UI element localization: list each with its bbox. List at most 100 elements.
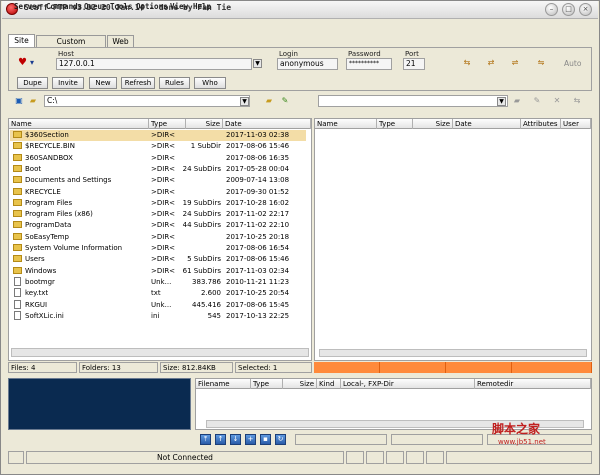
local-file-row[interactable]: SoftXLic.ini ini 545 2017-10-13 22:25: [10, 310, 306, 322]
remote-delete-icon[interactable]: ✕: [550, 96, 564, 106]
remote-col-type[interactable]: Type: [377, 119, 413, 129]
queue-col-kind[interactable]: Kind: [317, 379, 341, 389]
invite-button[interactable]: Invite: [52, 77, 84, 89]
login-input[interactable]: anonymous: [277, 58, 338, 70]
file-name-cell: Program Files: [13, 198, 149, 209]
file-name-cell: bootmgr: [13, 276, 149, 288]
auto-label[interactable]: Auto: [564, 59, 581, 68]
remote-col-date[interactable]: Date: [453, 119, 521, 129]
minimize-icon[interactable]: –: [545, 3, 558, 16]
favorites-heart-icon[interactable]: ♥: [18, 57, 27, 68]
local-col-size[interactable]: Size: [186, 119, 223, 129]
local-selected-count: Selected: 1: [235, 362, 312, 373]
local-file-row[interactable]: 360SANDBOX >DIR< 2017-08-06 16:35: [10, 153, 306, 164]
queue-up-icon[interactable]: ↑: [215, 434, 226, 445]
rules-button[interactable]: Rules: [159, 77, 190, 89]
queue-col-remotedir[interactable]: Remotedir: [475, 379, 591, 389]
remote-path-input[interactable]: [318, 95, 508, 107]
remote-col-name[interactable]: Name: [315, 119, 377, 129]
queue-col-size[interactable]: Size: [283, 379, 317, 389]
remote-col-user[interactable]: User: [561, 119, 591, 129]
local-file-row[interactable]: $360Section >DIR< 2017-11-03 02:38: [10, 130, 306, 142]
local-files-count: Files: 4: [8, 362, 77, 373]
queue-col-local-dir[interactable]: Local-, FXP-Dir: [341, 379, 475, 389]
local-file-row[interactable]: KRECYCLE >DIR< 2017-09-30 01:52: [10, 187, 306, 198]
port-input[interactable]: 21: [403, 58, 425, 70]
queue-top-icon[interactable]: ⤒: [200, 434, 211, 445]
remote-col-attributes[interactable]: Attributes: [521, 119, 561, 129]
local-col-type[interactable]: Type: [149, 119, 186, 129]
menu-options[interactable]: Options: [136, 2, 168, 11]
reconnect-icon[interactable]: ⇌: [508, 58, 522, 68]
refresh-button[interactable]: Refresh: [121, 77, 155, 89]
tab-site[interactable]: Site: [8, 34, 35, 47]
local-path-dropdown-icon[interactable]: ▼: [240, 97, 249, 106]
local-folder-icon[interactable]: ▰: [26, 96, 40, 106]
local-new-folder-icon[interactable]: ▰: [262, 96, 276, 106]
remote-new-folder-icon[interactable]: ▰: [510, 96, 524, 106]
local-file-row[interactable]: System Volume Information >DIR< 2017-08-06…: [10, 243, 306, 254]
menu-server[interactable]: Server: [14, 2, 41, 11]
local-col-date[interactable]: Date: [223, 119, 311, 129]
local-file-row[interactable]: Windows >DIR< 61 SubDirs 2017-11-03 02:34: [10, 266, 306, 277]
fxp-connect-icon[interactable]: ⇋: [534, 58, 548, 68]
maximize-icon[interactable]: □: [562, 3, 575, 16]
menu-view[interactable]: View: [170, 2, 188, 11]
local-file-row[interactable]: SoEasyTemp >DIR< 2017-10-25 20:18: [10, 232, 306, 243]
connect-icon[interactable]: ⇆: [460, 58, 474, 68]
local-file-row[interactable]: ProgramData >DIR< 44 SubDirs 2017-11-02 22:…: [10, 220, 306, 231]
remote-hscrollbar[interactable]: [319, 349, 587, 357]
tab-web[interactable]: Web: [107, 35, 134, 47]
local-file-row[interactable]: Program Files (x86) >DIR< 24 SubDirs 2017-1…: [10, 209, 306, 220]
favorites-dropdown-icon[interactable]: ▾: [30, 58, 34, 67]
file-name-cell: RKGUI: [13, 299, 149, 311]
host-input[interactable]: 127.0.0.1: [56, 58, 252, 70]
local-drive-icon[interactable]: ▣: [12, 96, 26, 106]
file-name: KRECYCLE: [25, 187, 61, 196]
log-window[interactable]: [8, 378, 191, 430]
password-input[interactable]: **********: [346, 58, 392, 70]
local-file-row[interactable]: RKGUI Unk... 445.416 2017-08-06 15:45: [10, 299, 306, 311]
local-file-row[interactable]: Documents and Settings >DIR< 2009-07-14 13…: [10, 175, 306, 186]
file-date: 2017-08-06 15:46: [226, 255, 290, 264]
file-icon: [14, 288, 21, 298]
queue-start-icon[interactable]: ↻: [275, 434, 286, 445]
local-file-row[interactable]: key.txt txt 2.600 2017-10-25 20:54: [10, 288, 306, 299]
new-button[interactable]: New: [89, 77, 117, 89]
file-size: [176, 130, 221, 141]
local-edit-icon[interactable]: ✎: [278, 96, 292, 106]
folder-icon: [13, 210, 22, 218]
queue-down-icon[interactable]: ↓: [230, 434, 241, 445]
local-file-row[interactable]: Boot >DIR< 24 SubDirs 2017-05-28 00:04: [10, 164, 306, 175]
local-path-input[interactable]: C:\: [44, 95, 250, 107]
local-file-row[interactable]: Program Files >DIR< 19 SubDirs 2017-10-28 1…: [10, 198, 306, 209]
dupe-button[interactable]: Dupe: [17, 77, 48, 89]
remote-transfer-icon[interactable]: ⇆: [570, 96, 584, 106]
menu-tools[interactable]: Tools: [110, 2, 133, 11]
local-file-row[interactable]: Users >DIR< 5 SubDirs 2017-08-06 15:46: [10, 254, 306, 265]
queue-add-icon[interactable]: +: [245, 434, 256, 445]
queue-col-type[interactable]: Type: [251, 379, 283, 389]
remote-status-2: [380, 362, 446, 373]
who-button[interactable]: Who: [194, 77, 226, 89]
folder-icon: [13, 153, 22, 161]
menu-queue[interactable]: Queue: [84, 2, 107, 11]
folder-icon: [13, 244, 22, 251]
remote-status-3: [446, 362, 512, 373]
folder-icon: [13, 131, 22, 138]
local-file-row[interactable]: bootmgr Unk... 383.786 2010-11-21 11:23: [10, 276, 306, 288]
queue-save-icon[interactable]: ▪: [260, 434, 271, 445]
local-hscrollbar[interactable]: [11, 348, 309, 357]
remote-edit-icon[interactable]: ✎: [530, 96, 544, 106]
tab-custom-commands[interactable]: Custom Commands: [36, 35, 106, 57]
menu-help[interactable]: Help: [193, 2, 211, 11]
remote-col-size[interactable]: Size: [413, 119, 453, 129]
menu-commands[interactable]: Commands: [46, 2, 82, 11]
remote-path-dropdown-icon[interactable]: ▼: [497, 97, 506, 106]
local-file-row[interactable]: $RECYCLE.BIN >DIR< 1 SubDir 2017-08-06 15:4…: [10, 141, 306, 152]
local-col-name[interactable]: Name: [9, 119, 149, 129]
host-dropdown-icon[interactable]: ▼: [253, 59, 262, 68]
close-icon[interactable]: ×: [579, 3, 592, 16]
queue-col-filename[interactable]: Filename: [196, 379, 251, 389]
disconnect-icon[interactable]: ⇄: [484, 58, 498, 68]
